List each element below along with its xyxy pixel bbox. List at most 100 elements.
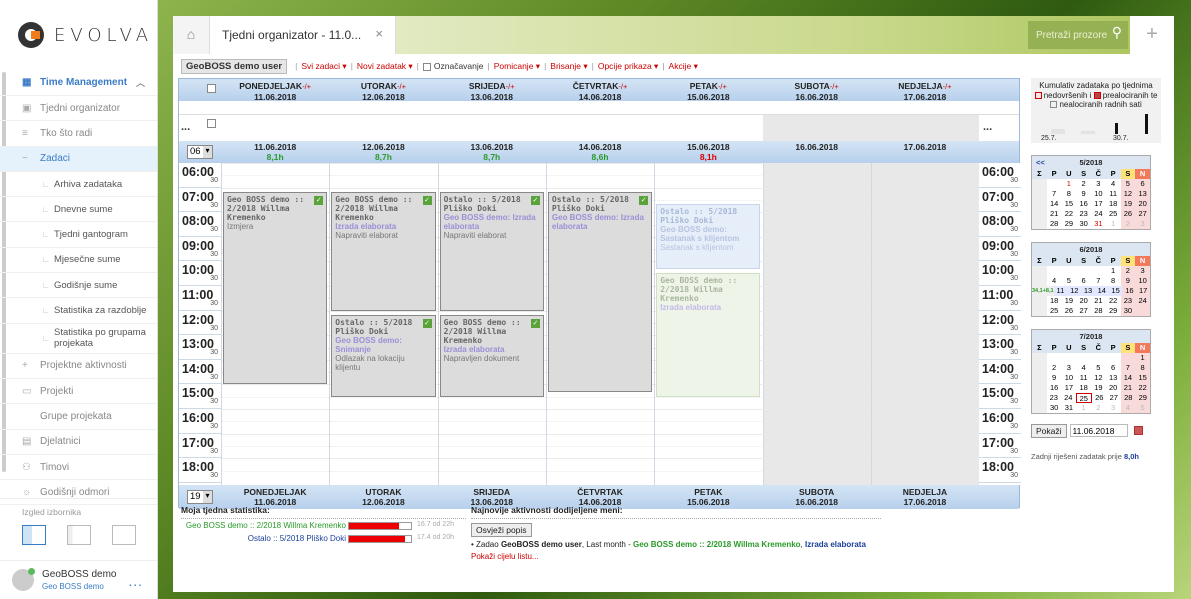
stat-label[interactable]: Ostalo :: 5/2018 Pliško Doki bbox=[248, 534, 346, 543]
calendar-day[interactable]: 8 bbox=[1106, 276, 1121, 286]
calendar-day[interactable]: 20 bbox=[1076, 296, 1091, 306]
calendar-week-row[interactable]: 30 31 1 2 3 4 5 bbox=[1032, 402, 1150, 413]
calendar-day[interactable]: 2 bbox=[1076, 179, 1091, 189]
day-adjust-link[interactable]: -/+ bbox=[302, 82, 311, 91]
calendar-day[interactable]: 29 bbox=[1106, 306, 1121, 316]
calendar-week-row[interactable]: 18 19 20 21 22 23 24 bbox=[1032, 295, 1150, 306]
calendar-day[interactable] bbox=[1047, 266, 1062, 276]
calendar-day[interactable] bbox=[1076, 353, 1091, 363]
sidebar-item-grupe-projekata[interactable]: Grupe projekata bbox=[0, 404, 157, 430]
calendar-day[interactable] bbox=[1135, 305, 1150, 316]
calendar-day[interactable]: 19 bbox=[1120, 198, 1136, 209]
calendar-prev-button[interactable]: << bbox=[1036, 156, 1045, 169]
date-input[interactable] bbox=[1069, 424, 1128, 437]
calendar-day[interactable]: 15 bbox=[1062, 199, 1077, 209]
done-check-icon[interactable]: ✓ bbox=[530, 318, 540, 328]
task-card[interactable]: Geo BOSS demo :: 2/2018 Willma Kremenko I… bbox=[223, 191, 328, 385]
calendar-day[interactable]: 25 bbox=[1075, 392, 1092, 403]
task-card[interactable]: Geo BOSS demo :: 2/2018 Willma Kremenko I… bbox=[656, 272, 761, 397]
toolbar-item[interactable]: Pomicanje ▾ bbox=[494, 61, 540, 72]
calendar-day[interactable]: 14 bbox=[1095, 286, 1109, 296]
show-full-list-link[interactable]: Pokaži cijelu listu... bbox=[471, 552, 886, 561]
show-button[interactable]: Pokaži bbox=[1031, 423, 1067, 438]
calendar-day[interactable]: 3 bbox=[1135, 218, 1150, 229]
sidebar-item-timovi[interactable]: ⚇ Timovi bbox=[0, 455, 157, 481]
mark-checkbox[interactable] bbox=[422, 62, 431, 71]
calendar-day[interactable]: 12 bbox=[1120, 188, 1136, 199]
task-card[interactable]: Ostalo :: 5/2018 Pliško Doki Geo BOSS dem… bbox=[547, 191, 653, 392]
calendar-day[interactable]: 6 bbox=[1076, 276, 1091, 286]
done-check-icon[interactable]: ✓ bbox=[422, 195, 432, 205]
calendar-day[interactable]: 2 bbox=[1120, 265, 1136, 276]
sidebar-item-projekti[interactable]: ▭ Projekti bbox=[0, 379, 157, 405]
search-icon[interactable]: ⚲ bbox=[1112, 24, 1122, 41]
evolva-logo[interactable]: EVOLVA bbox=[18, 22, 153, 48]
toolbar-item[interactable]: Označavanje bbox=[422, 61, 484, 71]
calendar-day[interactable]: 28 bbox=[1091, 306, 1106, 316]
calendar-week-row[interactable]: 4 5 6 7 8 9 10 bbox=[1032, 275, 1150, 286]
calendar-day[interactable]: 11 bbox=[1076, 373, 1091, 383]
toolbar-item[interactable]: Opcije prikaza ▾ bbox=[598, 61, 658, 72]
day-adjust-link[interactable]: -/+ bbox=[943, 82, 952, 91]
calendar-day[interactable] bbox=[1106, 353, 1121, 363]
day-adjust-link[interactable]: -/+ bbox=[506, 82, 515, 91]
calendar-day[interactable]: 25 bbox=[1047, 306, 1062, 316]
calendar-day[interactable]: 8 bbox=[1062, 189, 1077, 199]
calendar-day[interactable]: 24 bbox=[1135, 295, 1150, 306]
calendar-day[interactable]: 20 bbox=[1106, 383, 1121, 393]
calendar-day[interactable]: 9 bbox=[1120, 275, 1136, 286]
calendar-picker-icon[interactable] bbox=[1133, 426, 1143, 435]
calendar-day[interactable] bbox=[1076, 266, 1091, 276]
day-column-6[interactable] bbox=[870, 163, 980, 485]
calendar-week-row[interactable]: 14 15 16 17 18 19 20 bbox=[1032, 198, 1150, 209]
calendar-day[interactable]: 2 bbox=[1091, 403, 1106, 413]
more-button-right[interactable]: ... bbox=[983, 121, 992, 133]
calendar-day[interactable]: 16 bbox=[1076, 199, 1091, 209]
calendar-week-row[interactable]: 2345678 bbox=[1032, 362, 1150, 373]
toolbar-item[interactable]: Brisanje ▾ bbox=[550, 61, 587, 72]
calendar-day[interactable] bbox=[1047, 353, 1062, 363]
calendar-day[interactable]: 3 bbox=[1135, 265, 1150, 276]
calendar-day[interactable]: 17 bbox=[1062, 383, 1077, 393]
day-adjust-link[interactable]: -/+ bbox=[618, 82, 627, 91]
calendar-day[interactable]: 19 bbox=[1091, 383, 1106, 393]
calendar-week-row[interactable]: 25 26 27 28 29 30 bbox=[1032, 305, 1150, 316]
calendar-day[interactable]: 26 bbox=[1062, 306, 1077, 316]
calendar-week-row[interactable]: 28 29 30 31 1 2 3 bbox=[1032, 218, 1150, 229]
calendar-day[interactable] bbox=[1091, 266, 1106, 276]
toolbar-item[interactable]: Novi zadatak ▾ bbox=[357, 61, 413, 72]
calendar-day[interactable]: 22 bbox=[1062, 209, 1077, 219]
calendar-day[interactable]: 18 bbox=[1047, 296, 1062, 306]
task-card[interactable]: Ostalo :: 5/2018 Pliško Doki Geo BOSS dem… bbox=[656, 203, 761, 269]
calendar-day[interactable]: 4 bbox=[1120, 402, 1136, 413]
calendar-day[interactable]: 29 bbox=[1062, 219, 1077, 229]
calendar-week-row[interactable]: 123 bbox=[1032, 265, 1150, 276]
calendar-week-row[interactable]: 21 22 23 24 25 26 27 bbox=[1032, 208, 1150, 219]
task-card[interactable]: Ostalo :: 5/2018 Pliško Doki Geo BOSS dem… bbox=[331, 314, 436, 397]
calendar-day[interactable]: 21 bbox=[1120, 382, 1136, 393]
layout-option-none[interactable] bbox=[112, 525, 136, 545]
calendar-day[interactable]: 17 bbox=[1136, 285, 1151, 296]
calendar-day[interactable]: 19 bbox=[1062, 296, 1077, 306]
day-header-3[interactable]: ČETVRTAK-/+ 14.06.2018 bbox=[546, 81, 654, 102]
calendar-day[interactable]: 22 bbox=[1135, 382, 1150, 393]
day-adjust-link[interactable]: -/+ bbox=[718, 82, 727, 91]
calendar-day[interactable]: 2 bbox=[1120, 218, 1136, 229]
calendar-day[interactable]: 26 bbox=[1092, 393, 1107, 403]
calendar-day[interactable]: 10 bbox=[1135, 275, 1150, 286]
calendar-day[interactable] bbox=[1047, 179, 1062, 189]
sidebar-item-tjedni-gantogram[interactable]: ∟ Tjedni gantogram bbox=[0, 222, 157, 248]
calendar-week-row[interactable]: 23 24 25 26 27 28 29 bbox=[1032, 392, 1150, 403]
activity-project-link[interactable]: Geo BOSS demo :: 2/2018 Willma Kremenko bbox=[633, 540, 801, 549]
calendar-day[interactable]: 16 bbox=[1122, 285, 1137, 296]
layout-option-sidebar[interactable] bbox=[22, 525, 46, 545]
new-window-button[interactable]: + bbox=[1130, 16, 1174, 54]
calendar-day[interactable]: 26 bbox=[1120, 208, 1136, 219]
sidebar-item-arhiva-zadataka[interactable]: ∟ Arhiva zadataka bbox=[0, 172, 157, 198]
calendar-day[interactable]: 10 bbox=[1062, 373, 1077, 383]
sidebar-item-statistika-za-razdoblje[interactable]: ∟ Statistika za razdoblje bbox=[0, 298, 157, 324]
done-check-icon[interactable]: ✓ bbox=[314, 195, 324, 205]
sidebar-item-djelatnici[interactable]: ▤ Djelatnici bbox=[0, 430, 157, 455]
calendar-day[interactable]: 7 bbox=[1120, 362, 1136, 373]
sidebar-item-godi-nje-sume[interactable]: ∟ Godišnje sume bbox=[0, 273, 157, 299]
